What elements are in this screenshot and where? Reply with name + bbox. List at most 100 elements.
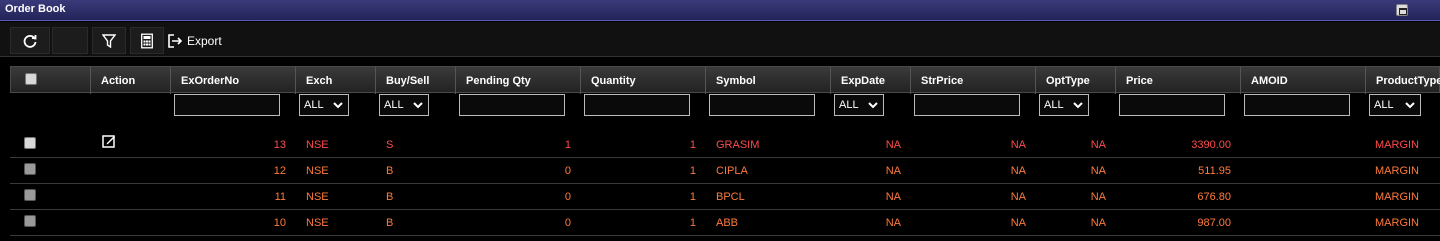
cell-opttype: NA — [1090, 217, 1106, 229]
filter-amoid-input[interactable] — [1244, 94, 1350, 116]
cell-price: 676.80 — [1197, 191, 1231, 203]
cell-pending-qty: 0 — [564, 191, 571, 203]
calculator-icon — [141, 33, 153, 48]
cell-quantity: 1 — [689, 217, 696, 229]
filter-exch-select[interactable]: ALL — [299, 94, 349, 116]
cell-strprice: NA — [1010, 191, 1026, 203]
maximize-icon[interactable] — [1396, 4, 1408, 16]
filter-opttype-value: ALL — [1044, 99, 1064, 111]
filter-exch-value: ALL — [304, 99, 324, 111]
header-price[interactable]: Price — [1116, 67, 1241, 94]
filter-producttype-select[interactable]: ALL — [1369, 94, 1421, 116]
cell-price: 511.95 — [1198, 165, 1231, 177]
select-all-checkbox[interactable] — [25, 73, 37, 85]
order-book-grid: Action ExOrderNo Exch Buy/Sell Pending Q… — [0, 66, 1440, 241]
header-expdate[interactable]: ExpDate — [831, 67, 911, 94]
cell-quantity: 1 — [689, 165, 696, 177]
header-exorderno[interactable]: ExOrderNo — [171, 67, 296, 94]
cell-exorderno: 10 — [273, 217, 286, 229]
chevron-down-icon — [868, 102, 878, 109]
filter-expdate-value: ALL — [839, 99, 859, 111]
cell-strprice: NA — [1010, 139, 1026, 151]
cell-quantity: 1 — [689, 191, 696, 203]
export-icon — [168, 34, 183, 48]
filter-quantity-input[interactable] — [584, 94, 690, 116]
cell-strprice: NA — [1010, 217, 1026, 229]
cell-buysell: B — [386, 217, 394, 229]
filter-row: ALL ALL ALL ALL ALL — [10, 93, 1440, 122]
cell-pending-qty: 1 — [564, 139, 571, 151]
cell-symbol: CIPLA — [716, 165, 748, 177]
table-row[interactable]: 13 NSE S 1 1 GRASIM NA NA NA 3390.00 MAR… — [10, 132, 1440, 158]
cell-expdate: NA — [885, 165, 901, 177]
header-pending-qty[interactable]: Pending Qty — [456, 67, 581, 94]
window-title: Order Book — [5, 3, 66, 15]
row-checkbox[interactable] — [24, 163, 36, 175]
table-row[interactable]: 11 NSE B 0 1 BPCL NA NA NA 676.80 MARGIN — [10, 184, 1440, 210]
chevron-down-icon — [413, 102, 423, 109]
header-strprice[interactable]: StrPrice — [911, 67, 1036, 94]
row-checkbox[interactable] — [24, 215, 36, 227]
filter-opttype-select[interactable]: ALL — [1039, 94, 1089, 116]
filter-pending-input[interactable] — [459, 94, 565, 116]
header-amoid[interactable]: AMOID — [1241, 67, 1366, 94]
filter-producttype-value: ALL — [1374, 99, 1394, 111]
header-select-all — [11, 67, 91, 94]
row-checkbox[interactable] — [24, 189, 36, 201]
cell-producttype: MARGIN — [1375, 217, 1419, 229]
refresh-button[interactable] — [10, 27, 50, 54]
chevron-down-icon — [1073, 102, 1083, 109]
edit-icon[interactable] — [102, 134, 116, 148]
cell-symbol: BPCL — [716, 191, 745, 203]
cell-quantity: 1 — [689, 139, 696, 151]
cell-opttype: NA — [1090, 139, 1106, 151]
header-exch[interactable]: Exch — [296, 67, 376, 94]
cell-exorderno: 13 — [273, 139, 286, 151]
header-buysell[interactable]: Buy/Sell — [376, 67, 456, 94]
filter-buysell-select[interactable]: ALL — [379, 94, 429, 116]
cell-buysell: B — [386, 165, 394, 177]
export-button[interactable]: Export — [168, 31, 222, 51]
filter-exorderno-input[interactable] — [174, 94, 280, 116]
cell-exch: NSE — [306, 191, 329, 203]
cell-expdate: NA — [885, 191, 901, 203]
cell-exch: NSE — [306, 217, 329, 229]
cell-exorderno: 11 — [274, 191, 286, 203]
filter-button[interactable] — [92, 27, 126, 54]
filter-expdate-select[interactable]: ALL — [834, 94, 884, 116]
table-row[interactable]: 12 NSE B 0 1 CIPLA NA NA NA 511.95 MARGI… — [10, 158, 1440, 184]
cell-pending-qty: 0 — [564, 217, 571, 229]
calculator-button[interactable] — [130, 27, 164, 54]
blank-button[interactable] — [52, 27, 88, 54]
cell-pending-qty: 0 — [564, 165, 571, 177]
filter-icon — [102, 33, 116, 48]
cell-exch: NSE — [306, 139, 329, 151]
header-action[interactable]: Action — [91, 67, 171, 94]
cell-producttype: MARGIN — [1375, 165, 1419, 177]
header-producttype[interactable]: ProductType — [1366, 67, 1440, 94]
filter-price-input[interactable] — [1119, 94, 1225, 116]
row-checkbox[interactable] — [24, 137, 36, 149]
toolbar: Export — [0, 22, 1440, 57]
export-label: Export — [187, 34, 222, 48]
filter-strprice-input[interactable] — [914, 94, 1020, 116]
cell-producttype: MARGIN — [1375, 139, 1419, 151]
cell-buysell: B — [386, 191, 394, 203]
filter-symbol-input[interactable] — [709, 94, 815, 116]
cell-opttype: NA — [1090, 165, 1106, 177]
cell-exorderno: 12 — [273, 165, 286, 177]
header-quantity[interactable]: Quantity — [581, 67, 706, 94]
cell-expdate: NA — [885, 139, 901, 151]
cell-expdate: NA — [885, 217, 901, 229]
refresh-icon — [23, 34, 37, 48]
table-row[interactable]: 10 NSE B 0 1 ABB NA NA NA 987.00 MARGIN — [10, 210, 1440, 236]
table-header: Action ExOrderNo Exch Buy/Sell Pending Q… — [10, 66, 1440, 94]
cell-symbol: GRASIM — [716, 139, 760, 151]
cell-price: 987.00 — [1197, 217, 1231, 229]
cell-buysell: S — [386, 139, 394, 151]
cell-opttype: NA — [1090, 191, 1106, 203]
header-symbol[interactable]: Symbol — [706, 67, 831, 94]
cell-symbol: ABB — [716, 217, 739, 229]
header-opttype[interactable]: OptType — [1036, 67, 1116, 94]
cell-producttype: MARGIN — [1375, 191, 1419, 203]
